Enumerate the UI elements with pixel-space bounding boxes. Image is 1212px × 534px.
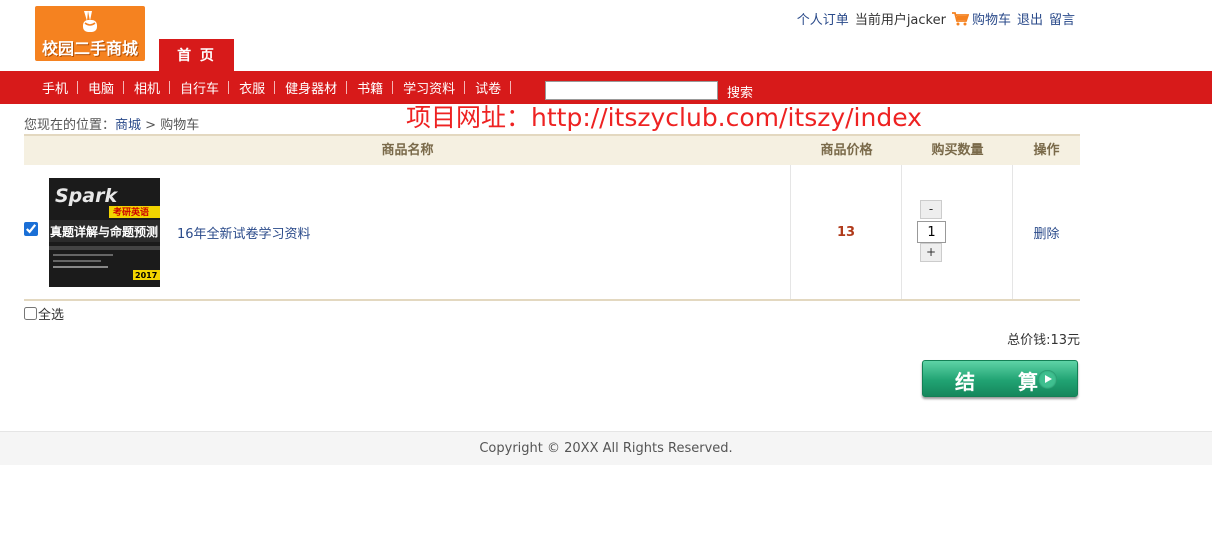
header-product-name: 商品名称 [381,143,434,158]
nav-item-computer[interactable]: 电脑 [78,78,125,97]
select-all-checkbox[interactable] [24,307,37,320]
total-price: 总价钱:13元 [1007,333,1080,348]
operation-cell: 删除 [1013,165,1080,299]
site-logo[interactable]: 校园二手商城 [35,6,145,61]
header-quantity: 购买数量 [931,143,984,158]
logo-text: 校园二手商城 [41,39,138,58]
header-operation: 操作 [1033,143,1060,158]
nav-item-study-materials[interactable]: 学习资料 [393,78,466,97]
quantity-input[interactable] [917,221,946,243]
play-arrow-icon [1038,370,1057,389]
cover-brand: Spark [55,185,118,207]
victory-hand-icon [83,11,97,32]
select-all-label: 全选 [38,308,65,323]
row-checkbox[interactable] [24,222,38,236]
nav-item-clothes[interactable]: 衣服 [229,78,276,97]
product-thumbnail[interactable]: Spark 考研英语 真题详解与命题预测 2017 [49,178,160,287]
qty-decrease-button[interactable]: - [920,200,942,219]
breadcrumb-prefix: 您现在的位置： [24,118,116,133]
table-header: 商品名称 商品价格 购买数量 操作 [24,134,1080,165]
nav-item-exam-papers[interactable]: 试卷 [465,78,512,97]
project-url-watermark: 项目网址：http://itszyclub.com/itszy/index [406,103,922,132]
table-row: Spark 考研英语 真题详解与命题预测 2017 16年全新试卷学习资料 13 [24,165,1080,301]
breadcrumb-separator: > [145,118,157,133]
product-cell: Spark 考研英语 真题详解与命题预测 2017 16年全新试卷学习资料 [24,165,791,299]
message-link[interactable]: 留言 [1049,9,1075,28]
current-user: 当前用户jacker [854,13,946,28]
breadcrumb: 您现在的位置：商城 > 购物车 [24,114,199,133]
quantity-cell: - + [902,165,1013,299]
cart-table: 商品名称 商品价格 购买数量 操作 Spark 考研英语 真题详解与命题预测 2… [24,134,1080,301]
book-cover-image: Spark 考研英语 真题详解与命题预测 2017 [49,178,160,287]
my-orders-link[interactable]: 个人订单 [797,9,849,28]
cover-corner: 2017 [135,271,157,280]
cover-line1: 考研英语 [113,206,149,218]
qty-increase-button[interactable]: + [920,243,942,262]
checkout-button[interactable]: 结 算 [922,360,1078,397]
delete-link[interactable]: 删除 [1013,223,1080,242]
nav-item-books[interactable]: 书籍 [347,78,394,97]
product-price: 13 [836,225,856,240]
cover-line2: 真题详解与命题预测 [50,224,158,239]
product-title-link[interactable]: 16年全新试卷学习资料 [177,223,311,242]
price-cell: 13 [791,165,902,299]
logout-link[interactable]: 退出 [1017,9,1043,28]
breadcrumb-mall-link[interactable]: 商城 [115,118,141,133]
cart-link-label: 购物车 [971,13,1011,28]
nav-item-camera[interactable]: 相机 [124,78,171,97]
cart-icon [951,11,969,25]
cart-link[interactable]: 购物车 [951,9,1011,28]
nav-item-fitness[interactable]: 健身器材 [275,78,348,97]
home-tab[interactable]: 首 页 [159,39,234,72]
nav-item-phone[interactable]: 手机 [32,78,79,97]
top-links: 个人订单 当前用户jacker 购物车 退出 留言 [797,9,1075,28]
breadcrumb-current: 购物车 [160,118,200,133]
footer-copyright: Copyright © 20XX All Rights Reserved. [0,431,1212,465]
select-all[interactable]: 全选 [24,304,64,323]
header-price: 商品价格 [820,143,873,158]
nav-item-bicycle[interactable]: 自行车 [170,78,230,97]
